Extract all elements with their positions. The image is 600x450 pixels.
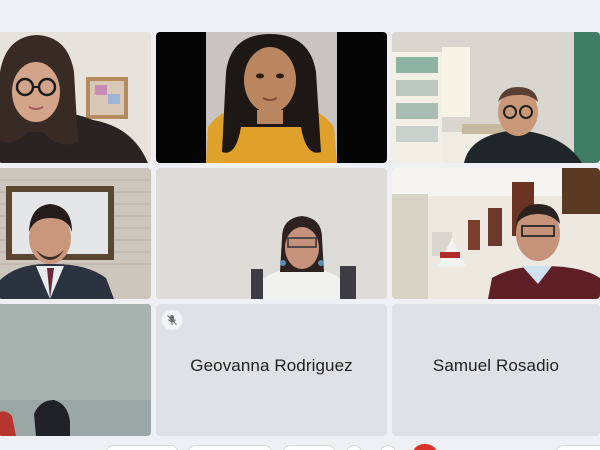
participant-video-tile[interactable] (156, 168, 387, 299)
participant-video-image (156, 168, 387, 299)
participant-video-image (156, 32, 387, 163)
participant-video-tile[interactable] (156, 32, 387, 163)
participant-name-tile[interactable]: Samuel Rosadio (392, 304, 600, 436)
participant-video-tile[interactable] (392, 32, 600, 163)
participant-name-tile[interactable]: Geovanna Rodriguez (156, 304, 387, 436)
leave-call-button[interactable] (413, 444, 437, 450)
toolbar-round-button[interactable] (380, 445, 396, 450)
toolbar-button[interactable] (188, 445, 272, 450)
toolbar-round-button[interactable] (346, 445, 362, 450)
participant-video-image (0, 168, 151, 299)
participant-video-image (0, 32, 151, 163)
meeting-toolbar (0, 441, 600, 450)
video-grid: Geovanna Rodriguez Samuel Rosadio (0, 0, 600, 450)
participant-name: Geovanna Rodriguez (190, 356, 353, 375)
participant-video-tile[interactable] (0, 168, 151, 299)
toolbar-button[interactable] (283, 445, 335, 450)
toolbar-button[interactable] (106, 445, 178, 450)
participant-video-image (0, 304, 151, 436)
participant-video-image (392, 32, 600, 163)
mic-off-icon (162, 310, 182, 330)
participant-name: Samuel Rosadio (432, 356, 560, 375)
toolbar-button[interactable] (556, 445, 600, 450)
participant-video-tile[interactable] (0, 32, 151, 163)
participant-video-image (392, 168, 600, 299)
participant-video-tile[interactable] (392, 168, 600, 299)
participant-video-tile[interactable] (0, 304, 151, 436)
